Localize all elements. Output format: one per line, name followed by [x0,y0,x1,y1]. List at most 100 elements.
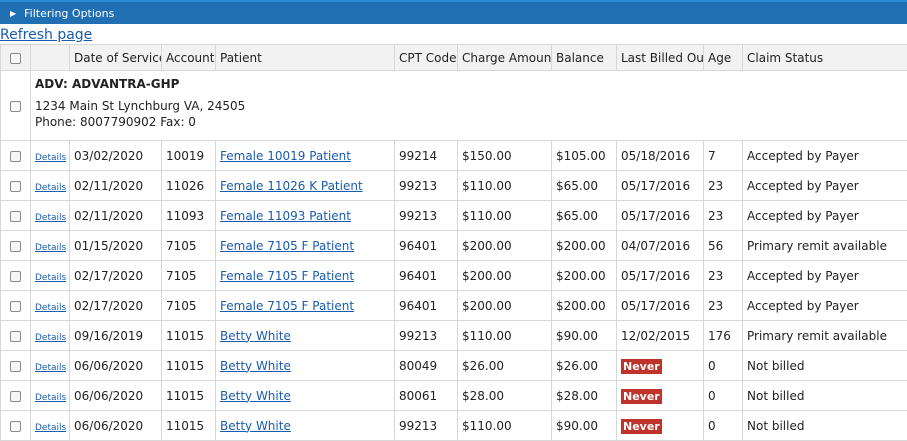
date-of-service: 02/11/2020 [70,201,162,231]
claim-status: Accepted by Payer [743,141,907,171]
details-link[interactable]: Details [35,333,66,343]
last-billed-out: 05/17/2016 [617,171,704,201]
claim-status: Accepted by Payer [743,171,907,201]
row-checkbox[interactable] [10,181,21,192]
row-checkbox[interactable] [10,211,21,222]
col-last-billed-out[interactable]: Last Billed Out [617,45,704,71]
balance: $65.00 [552,201,617,231]
date-of-service: 01/15/2020 [70,231,162,261]
claim-status: Not billed [743,381,907,411]
row-checkbox[interactable] [10,241,21,252]
last-billed-value: 05/17/2016 [621,299,690,313]
table-row: Details01/15/20207105Female 7105 F Patie… [1,231,907,261]
details-cell: Details [31,321,70,351]
expand-arrow-icon: ▶ [10,9,16,18]
charge-amount: $110.00 [458,321,552,351]
col-age[interactable]: Age [704,45,743,71]
account: 7105 [162,261,216,291]
age: 56 [704,231,743,261]
row-checkbox[interactable] [10,421,21,432]
charge-amount: $200.00 [458,261,552,291]
refresh-page-link[interactable]: Refresh page [0,24,907,44]
balance: $26.00 [552,351,617,381]
payer-checkbox[interactable] [10,101,21,112]
balance: $200.00 [552,291,617,321]
age: 23 [704,171,743,201]
claim-status: Not billed [743,411,907,441]
patient-link[interactable]: Female 7105 F Patient [220,239,354,253]
balance: $90.00 [552,321,617,351]
charge-amount: $110.00 [458,411,552,441]
age: 23 [704,291,743,321]
details-link[interactable]: Details [35,273,66,283]
patient-link[interactable]: Female 10019 Patient [220,149,351,163]
select-all-checkbox[interactable] [10,53,21,64]
cpt-code: 96401 [395,231,458,261]
date-of-service: 06/06/2020 [70,411,162,441]
details-link[interactable]: Details [35,243,66,253]
never-billed-badge: Never [621,389,662,404]
details-link[interactable]: Details [35,423,66,433]
details-link[interactable]: Details [35,363,66,373]
date-of-service: 02/17/2020 [70,291,162,321]
row-select-cell [1,411,31,441]
col-charge-amount[interactable]: Charge Amount [458,45,552,71]
last-billed-out: 05/17/2016 [617,261,704,291]
patient-cell: Female 7105 F Patient [216,291,395,321]
age: 0 [704,411,743,441]
details-cell: Details [31,261,70,291]
patient-link[interactable]: Betty White [220,359,291,373]
patient-link[interactable]: Betty White [220,329,291,343]
account: 11015 [162,411,216,441]
cpt-code: 99213 [395,201,458,231]
last-billed-out: 12/02/2015 [617,321,704,351]
patient-link[interactable]: Female 7105 F Patient [220,269,354,283]
col-balance[interactable]: Balance [552,45,617,71]
balance: $90.00 [552,411,617,441]
row-checkbox[interactable] [10,391,21,402]
details-link[interactable]: Details [35,303,66,313]
details-link[interactable]: Details [35,183,66,193]
col-cpt-code[interactable]: CPT Code [395,45,458,71]
patient-link[interactable]: Female 7105 F Patient [220,299,354,313]
payer-info-cell: ADV: ADVANTRA-GHP 1234 Main St Lynchburg… [31,71,907,141]
col-account[interactable]: Account [162,45,216,71]
last-billed-out: Never [617,351,704,381]
last-billed-value: 12/02/2015 [621,329,690,343]
col-patient[interactable]: Patient [216,45,395,71]
patient-link[interactable]: Female 11026 K Patient [220,179,363,193]
filtering-options-bar[interactable]: ▶ Filtering Options [0,0,907,24]
row-checkbox[interactable] [10,331,21,342]
payer-address: 1234 Main St Lynchburg VA, 24505 [35,99,903,113]
date-of-service: 09/16/2019 [70,321,162,351]
row-select-cell [1,201,31,231]
patient-link[interactable]: Betty White [220,419,291,433]
details-cell: Details [31,231,70,261]
cpt-code: 80049 [395,351,458,381]
row-checkbox[interactable] [10,361,21,372]
row-checkbox[interactable] [10,271,21,282]
charge-amount: $110.00 [458,201,552,231]
details-link[interactable]: Details [35,153,66,163]
col-date-of-service[interactable]: Date of Service [70,45,162,71]
row-select-cell [1,261,31,291]
row-checkbox[interactable] [10,151,21,162]
details-link[interactable]: Details [35,213,66,223]
date-of-service: 06/06/2020 [70,381,162,411]
patient-link[interactable]: Female 11093 Patient [220,209,351,223]
claims-table: Date of Service Account Patient CPT Code… [0,44,907,441]
col-claim-status[interactable]: Claim Status [743,45,907,71]
row-select-cell [1,171,31,201]
details-link[interactable]: Details [35,393,66,403]
select-all-cell [1,45,31,71]
last-billed-out: 05/18/2016 [617,141,704,171]
patient-link[interactable]: Betty White [220,389,291,403]
age: 23 [704,201,743,231]
row-checkbox[interactable] [10,301,21,312]
patient-cell: Betty White [216,381,395,411]
last-billed-value: 05/17/2016 [621,209,690,223]
date-of-service: 03/02/2020 [70,141,162,171]
table-row: Details06/06/202011015Betty White80061$2… [1,381,907,411]
date-of-service: 02/11/2020 [70,171,162,201]
age: 23 [704,261,743,291]
